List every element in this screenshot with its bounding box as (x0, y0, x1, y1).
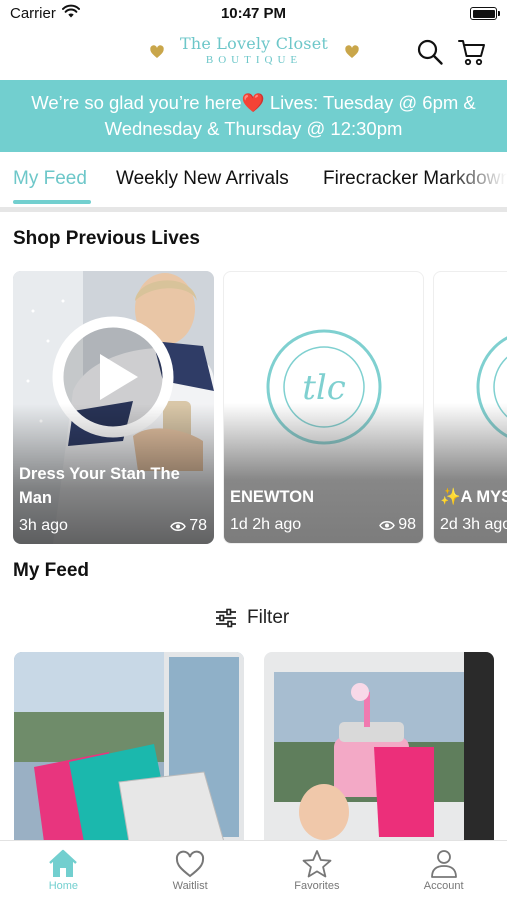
announcement-banner: We’re so glad you’re here❤️ Lives: Tuesd… (0, 80, 507, 152)
live-time-ago: 2d 3h ago (440, 516, 507, 533)
battery-icon (470, 7, 500, 20)
tab-favorites[interactable]: Favorites (254, 841, 381, 900)
section-title-my-feed: My Feed (13, 560, 90, 581)
live-title: ✨A MYSTERY LIVE✨ (440, 488, 507, 506)
banner-line-1: We’re so glad you’re here❤️ Lives: Tuesd… (31, 92, 476, 113)
tab-waitlist[interactable]: Waitlist (127, 841, 254, 900)
heart-decoration-icon (344, 44, 360, 60)
search-button[interactable] (414, 36, 446, 68)
previous-lives-carousel[interactable]: Dress Your Stan The Man 3h ago 78 tlc EN… (0, 271, 507, 545)
logo-subtitle: BOUTIQUE (205, 54, 303, 66)
tab-account[interactable]: Account (380, 841, 507, 900)
live-time-ago: 1d 2h ago (230, 516, 302, 533)
live-title: ENEWTON (230, 488, 315, 506)
product-card[interactable] (14, 652, 244, 842)
tab-home[interactable]: Home (0, 841, 127, 900)
app-header: The Lovely Closet BOUTIQUE (0, 28, 507, 80)
product-card[interactable] (264, 652, 494, 842)
view-count-value: 98 (398, 516, 416, 533)
live-time-ago: 3h ago (19, 517, 68, 534)
tab-account-label: Account (423, 880, 464, 892)
view-count: 78 (170, 517, 207, 535)
tab-favorites-label: Favorites (294, 880, 340, 892)
product-image (14, 652, 244, 842)
active-tab-indicator (13, 200, 91, 204)
live-card[interactable]: tlc ENEWTON 1d 2h ago 98 (223, 271, 424, 544)
divider (0, 207, 507, 212)
banner-line-2: Wednesday & Thursday @ 12:30pm (104, 118, 403, 139)
star-icon (302, 850, 332, 878)
tab-my-feed[interactable]: My Feed (13, 168, 87, 190)
live-card[interactable]: Dress Your Stan The Man 3h ago 78 (13, 271, 214, 544)
home-icon (49, 849, 78, 877)
eye-icon (170, 521, 187, 531)
status-bar: Carrier 10:47 PM (0, 0, 507, 28)
logo-title: The Lovely Closet (179, 34, 329, 53)
tab-weekly-new-arrivals[interactable]: Weekly New Arrivals (116, 168, 289, 190)
svg-text:tlc: tlc (302, 368, 346, 408)
eye-icon (379, 520, 396, 530)
brand-logo[interactable]: The Lovely Closet BOUTIQUE (170, 34, 338, 66)
filter-button[interactable]: Filter (215, 606, 289, 630)
clock: 10:47 PM (220, 5, 287, 22)
bottom-tab-bar: Home Waitlist Favorites Account (0, 840, 507, 900)
heart-icon (176, 850, 205, 878)
cart-icon (458, 40, 485, 66)
live-card[interactable]: tlc ✨A MYSTERY LIVE✨ 2d 3h ago (433, 271, 507, 544)
tab-waitlist-label: Waitlist (172, 880, 208, 892)
sliders-icon (216, 608, 236, 628)
search-icon (417, 39, 443, 65)
section-title-previous-lives: Shop Previous Lives (13, 228, 200, 249)
view-count: 98 (379, 516, 416, 534)
live-title: Dress Your Stan The Man (19, 465, 180, 507)
person-icon (430, 850, 457, 878)
cart-button[interactable] (456, 36, 488, 68)
view-count-value: 78 (189, 517, 207, 534)
product-image (264, 652, 494, 842)
heart-decoration-icon (149, 44, 165, 60)
filter-label: Filter (247, 607, 290, 628)
tab-home-label: Home (48, 880, 79, 892)
tab-firecracker-markdown[interactable]: Firecracker Markdown (323, 168, 507, 190)
